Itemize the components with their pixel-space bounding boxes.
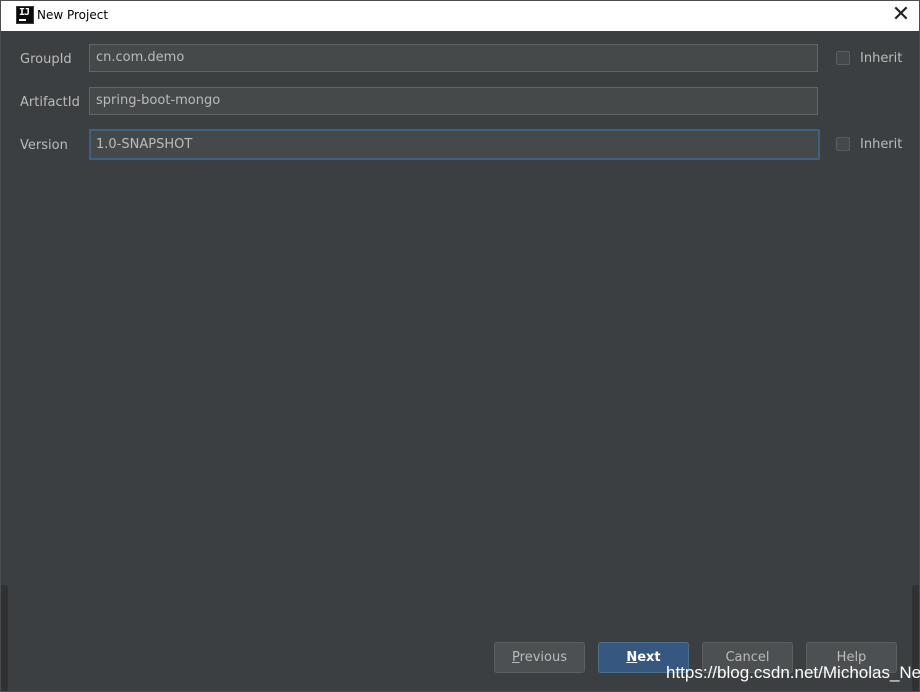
close-icon[interactable]: ✕ xyxy=(889,4,913,28)
new-project-dialog: IJ New Project ✕ GroupId cn.com.demo Inh… xyxy=(0,0,920,692)
title-bar[interactable]: IJ New Project ✕ xyxy=(1,1,919,31)
intellij-idea-icon: IJ xyxy=(16,6,34,24)
watermark-text: https://blog.csdn.net/Micholas_Net xyxy=(666,663,920,682)
group-id-label: GroupId xyxy=(20,52,72,67)
group-id-field[interactable]: cn.com.demo xyxy=(89,44,818,72)
version-inherit-checkbox[interactable] xyxy=(836,137,850,151)
version-field[interactable]: 1.0-SNAPSHOT xyxy=(89,129,820,160)
artifact-id-label: ArtifactId xyxy=(20,95,80,110)
artifact-id-field[interactable]: spring-boot-mongo xyxy=(89,87,818,115)
version-label: Version xyxy=(20,138,68,153)
version-inherit-label: Inherit xyxy=(860,137,903,152)
app-icon-text: IJ xyxy=(19,7,30,18)
previous-button[interactable]: Previous xyxy=(494,642,585,673)
group-id-inherit-checkbox[interactable] xyxy=(836,51,850,65)
group-id-inherit-label: Inherit xyxy=(860,51,903,66)
window-title: New Project xyxy=(37,8,109,22)
